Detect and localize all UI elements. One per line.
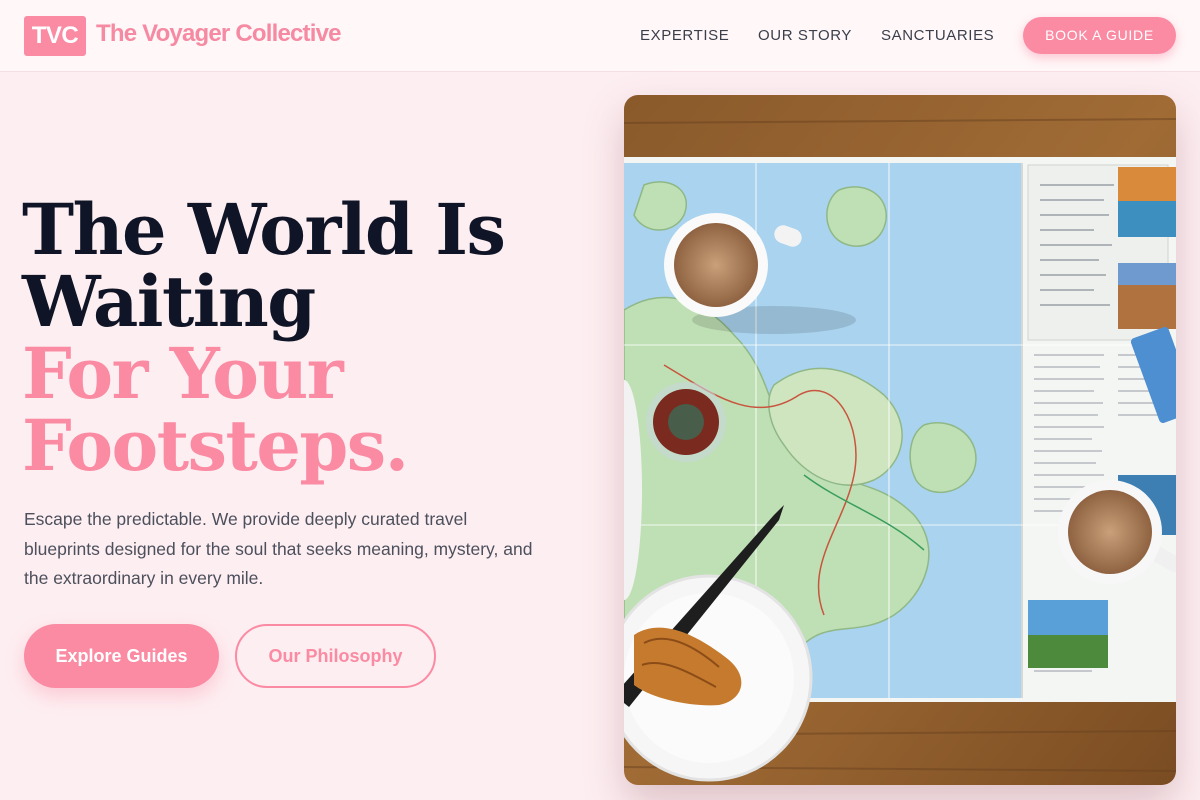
nav-link-sanctuaries[interactable]: SANCTUARIES <box>881 27 994 44</box>
hero-subtext: Escape the predictable. We provide deepl… <box>24 509 533 588</box>
wine-glass <box>646 382 726 462</box>
explore-guides-button[interactable]: Explore Guides <box>24 624 219 688</box>
our-philosophy-button[interactable]: Our Philosophy <box>235 624 436 688</box>
logo-badge[interactable]: TVC <box>24 16 86 56</box>
nav-link-our-story[interactable]: OUR STORY <box>758 27 852 44</box>
nav-link-expertise[interactable]: EXPERTISE <box>640 27 729 44</box>
headline-line-3: For Your <box>22 332 344 415</box>
book-a-guide-button[interactable]: BOOK A GUIDE <box>1023 17 1176 54</box>
headline-line-2: Waiting <box>22 260 316 343</box>
headline-line-4: Footsteps. <box>22 404 409 487</box>
headline-line-1: The World Is <box>22 188 506 271</box>
map-table-illustration <box>624 95 1176 785</box>
hero-image <box>624 95 1176 785</box>
brand-name[interactable]: The Voyager Collective <box>96 20 342 48</box>
hero-headline: The World Is Waiting For Your Footsteps. <box>22 194 602 482</box>
site-header: TVC The Voyager Collective EXPERTISE OUR… <box>0 0 1200 72</box>
